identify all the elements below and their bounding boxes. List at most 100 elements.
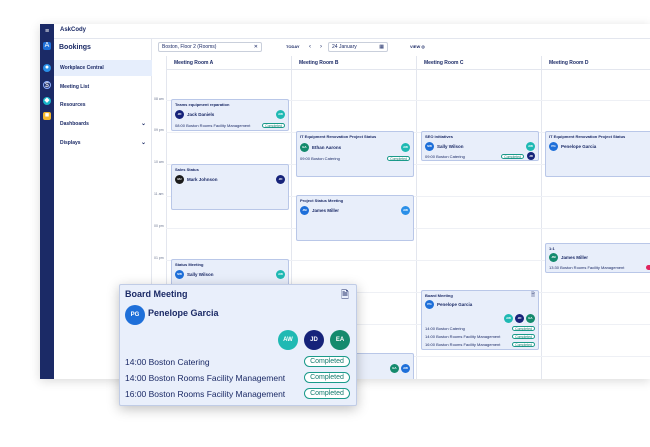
service-line: 14:00 Boston Catering (425, 326, 465, 331)
sidebar-item-dashboards[interactable]: Dashboards ⌄ (54, 116, 152, 132)
organizer-name: Ethan Aarons (312, 145, 342, 150)
calendar-icon[interactable]: ▦ (379, 43, 384, 51)
avatar: EA (526, 314, 535, 323)
status-badge: Completed (512, 334, 535, 339)
avatar: JD (527, 152, 535, 160)
organizer-name: Penelope Garcia (561, 144, 597, 149)
location-value: Boston, Floor 2 (Rooms) (162, 44, 217, 50)
sidebar-item-label: Workplace Central (60, 65, 104, 71)
organizer-name: Penelope Garcia (148, 308, 219, 318)
organizer-name: Jack Daniels (187, 112, 215, 117)
avatar: JM (300, 206, 309, 215)
toolbar: Boston, Floor 2 (Rooms) ✕ TODAY ‹ › 24 Ja… (152, 39, 650, 56)
chevron-left-icon[interactable]: ‹ (309, 43, 311, 51)
service-line: 14:00 Boston Rooms Facility Management (425, 334, 501, 339)
service-line: 16:00 Boston Rooms Facility Management (425, 342, 501, 347)
avatar: JM (549, 253, 558, 262)
time-label: 08 am (154, 97, 164, 101)
avatar: EA (390, 364, 399, 373)
booking-card-it-renovation[interactable]: IT Equipment Renovation Project Status E… (296, 131, 414, 177)
booking-detail-popup[interactable]: Board Meeting 🗎 PG Penelope Garcia AW JD… (119, 284, 357, 406)
avatar: AW (401, 143, 410, 152)
popup-title: Board Meeting (125, 289, 188, 299)
booking-card-project-status[interactable]: Project Status Meeting JM James Miller A… (296, 195, 414, 241)
status-badge: Completed (387, 156, 410, 161)
clear-icon[interactable]: ✕ (254, 43, 258, 51)
services-icon[interactable]: $ (43, 81, 51, 89)
chevron-down-icon: ⌄ (140, 140, 146, 146)
today-button[interactable]: TODAY (286, 43, 300, 51)
visitors-icon[interactable]: ◆ (43, 97, 51, 105)
booking-card-seo-initiatives[interactable]: SEO initiatives SW Sally Wilson AW 09:00… (421, 131, 539, 161)
status-badge: Completed (512, 326, 535, 331)
booking-card-teams-equipment[interactable]: Teams equipment reparation JD Jack Danie… (171, 99, 289, 131)
alert-badge (646, 265, 650, 270)
sidebar-item-resources[interactable]: Resources (54, 97, 152, 113)
eye-icon: ◎ (421, 44, 425, 49)
column-header-room-b: Meeting Room B (291, 56, 416, 70)
sidebar-item-workplace-central[interactable]: Workplace Central (54, 60, 152, 76)
column-header-room-a: Meeting Room A (166, 56, 291, 70)
menu-icon[interactable]: ≡ (43, 28, 51, 36)
service-line: 13:30 Boston Rooms Facility Management (549, 265, 625, 270)
view-button[interactable]: VIEW ◎ (410, 43, 425, 51)
chevron-right-icon[interactable]: › (320, 43, 322, 51)
organizer-name: Sally Wilson (437, 144, 464, 149)
date-value: 24 January (332, 44, 357, 50)
avatar: AW (401, 206, 410, 215)
topbar: AskCody (54, 24, 650, 39)
time-label: 00 pm (154, 224, 164, 228)
service-line: 09:00 Boston Catering (300, 156, 340, 161)
booking-title: Status Meeting (175, 262, 204, 267)
sidebar-item-displays[interactable]: Displays ⌄ (54, 135, 152, 151)
date-picker[interactable]: 24 January ▦ (328, 42, 388, 52)
document-icon[interactable]: 🗎 (341, 288, 349, 305)
column-divider (541, 56, 542, 379)
booking-card-one-on-one[interactable]: 1:1 JM James Miller 13:30 Boston Rooms F… (545, 243, 650, 273)
service-line: 14:00 Boston Rooms Facility Management (125, 373, 286, 383)
booking-card-sales-status[interactable]: Sales Status MJ Mark Johnson JD (171, 164, 289, 210)
status-badge: Completed (512, 342, 535, 347)
avatar: SW (425, 142, 434, 151)
document-icon[interactable]: 🗎 (531, 292, 535, 300)
avatar: JD (515, 314, 524, 323)
sidebar-item-label: Meeting List (60, 84, 90, 90)
organizer-name: James Miller (312, 208, 340, 213)
booking-card-board-meeting[interactable]: Board Meeting 🗎 PG Penelope Garcia AW JD… (421, 290, 539, 350)
time-label: 09 pm (154, 128, 164, 132)
sidebar-title: Bookings (59, 44, 91, 51)
status-badge: Completed (501, 154, 524, 159)
sidebar-item-meeting-list[interactable]: Meeting List (54, 79, 152, 95)
location-select[interactable]: Boston, Floor 2 (Rooms) ✕ (158, 42, 262, 52)
sidebar-item-label: Displays (60, 140, 81, 146)
column-header-room-c: Meeting Room C (416, 56, 541, 70)
avatar: AW (276, 270, 285, 279)
booking-card-room-d-it[interactable]: IT Equipment Renovation Project Status P… (545, 131, 650, 177)
avatar: AW (526, 142, 535, 151)
sidebar-item-label: Dashboards (60, 121, 89, 127)
organizer-name: Mark Johnson (187, 177, 218, 182)
service-line: 14:00 Boston Catering (125, 357, 210, 367)
status-badge: Completed (304, 372, 350, 383)
avatar: AW (401, 364, 410, 373)
booking-title: Teams equipment reparation (175, 102, 230, 107)
organizer-name: James Miller (561, 255, 589, 260)
booking-title: IT Equipment Renovation Project Status (300, 134, 377, 139)
chevron-down-icon: ⌄ (140, 121, 146, 127)
avatar: SW (175, 270, 184, 279)
brand-name: AskCody (60, 27, 87, 33)
catering-icon[interactable]: ■ (43, 112, 51, 120)
bookings-icon[interactable]: ● (43, 64, 51, 72)
avatar: PG (549, 142, 558, 151)
view-label: VIEW (410, 44, 421, 49)
avatar: MJ (175, 175, 184, 184)
booking-title: Sales Status (175, 167, 199, 172)
avatar: PG (125, 305, 145, 325)
askcody-logo-icon[interactable]: A (43, 42, 51, 50)
time-label: 01 pm (154, 256, 164, 260)
service-line: 09:00 Boston Catering (425, 154, 465, 159)
app-rail: ≡ A ● $ ◆ ■ (40, 24, 54, 379)
booking-title: 1:1 (549, 246, 555, 251)
booking-title: IT Equipment Renovation Project Status (549, 134, 626, 139)
booking-title: SEO initiatives (425, 134, 454, 139)
